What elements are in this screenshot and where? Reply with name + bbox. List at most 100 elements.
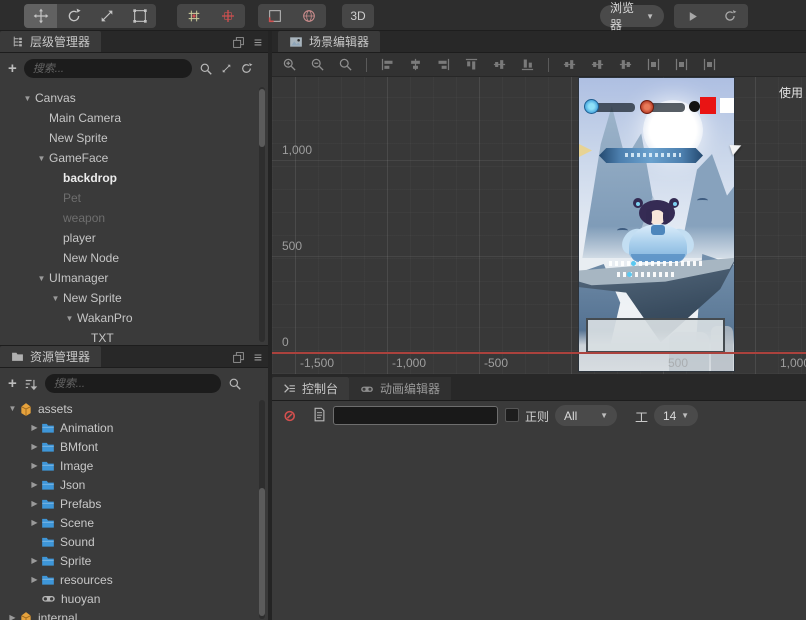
zoom-reset-icon[interactable] xyxy=(338,57,353,72)
hierarchy-search-input[interactable] xyxy=(23,59,192,78)
asset-item-scene[interactable]: ▶ Scene xyxy=(0,513,268,532)
font-size-dropdown[interactable]: 14 ▼ xyxy=(654,405,698,426)
tree-item-new-sprite[interactable]: ▼New Sprite xyxy=(0,128,268,148)
tab-assets[interactable]: 资源管理器 xyxy=(0,346,102,367)
assets-search-input[interactable] xyxy=(44,374,221,393)
tab-animation-editor[interactable]: 动画编辑器 xyxy=(349,377,452,400)
tree-item-uimanager[interactable]: ▼ UImanager xyxy=(0,268,268,288)
top-toolbar: 3D 浏览器 ▼ xyxy=(0,0,806,32)
asset-item-animation[interactable]: ▶ Animation xyxy=(0,418,268,437)
scale-tool-button[interactable] xyxy=(90,4,123,28)
play-button[interactable] xyxy=(674,4,711,28)
tree-item-main-camera[interactable]: ▼Main Camera xyxy=(0,108,268,128)
asset-item-sound[interactable]: ▶Sound xyxy=(0,532,268,551)
tab-scene-editor[interactable]: 场景编辑器 xyxy=(278,31,381,52)
float-panel-icon[interactable] xyxy=(232,36,245,49)
console-filter-input[interactable] xyxy=(333,406,498,425)
browser-dropdown[interactable]: 浏览器 ▼ xyxy=(600,1,664,32)
expand-arrow-icon[interactable]: ▼ xyxy=(20,94,35,103)
zoom-out-icon[interactable] xyxy=(310,57,325,72)
add-asset-button[interactable]: + xyxy=(8,375,17,392)
expand-arrow-icon[interactable]: ▼ xyxy=(48,294,63,303)
align-top-edge-icon[interactable] xyxy=(562,57,577,72)
asset-item-sprite[interactable]: ▶ Sprite xyxy=(0,551,268,570)
collapse-arrow-icon[interactable]: ▶ xyxy=(28,461,41,470)
sort-icon[interactable] xyxy=(24,377,38,391)
tree-item-player[interactable]: ▼player xyxy=(0,228,268,248)
hierarchy-panel: 层级管理器 ≡ + ▼Canvas ▼Main Camera ▼New Spri… xyxy=(0,31,268,345)
scene-viewport[interactable]: 1,000 500 0 -1,500 -1,000 -500 500 1,000… xyxy=(272,77,806,374)
distribute-left-icon[interactable] xyxy=(646,57,661,72)
reload-button[interactable] xyxy=(711,4,748,28)
asset-item-huoyan[interactable]: huoyan xyxy=(0,589,268,608)
collapse-arrow-icon[interactable]: ▶ xyxy=(28,442,41,451)
tree-item-new-node[interactable]: ▼New Node xyxy=(0,248,268,268)
align-bottom-edge-icon[interactable] xyxy=(618,57,633,72)
panel-menu-icon[interactable]: ≡ xyxy=(254,34,262,50)
asset-item-internal[interactable]: ▶ internal xyxy=(0,608,268,620)
wireframe-globe-button[interactable] xyxy=(292,4,326,28)
distribute-right-icon[interactable] xyxy=(702,57,717,72)
refresh-icon[interactable] xyxy=(240,62,253,75)
game-canvas-preview[interactable] xyxy=(578,77,735,372)
asset-item-image[interactable]: ▶ Image xyxy=(0,456,268,475)
zoom-in-icon[interactable] xyxy=(282,57,297,72)
node-label: backdrop xyxy=(63,171,118,185)
collapse-arrow-icon[interactable]: ▶ xyxy=(28,518,41,527)
rotate-tool-button[interactable] xyxy=(57,4,90,28)
console-output[interactable] xyxy=(272,429,806,620)
rect-gizmo-button[interactable] xyxy=(258,4,292,28)
align-hcenter-icon[interactable] xyxy=(408,57,423,72)
panel-menu-icon[interactable]: ≡ xyxy=(254,349,262,365)
collapse-arrow-icon[interactable]: ▶ xyxy=(28,556,41,565)
float-panel-icon[interactable] xyxy=(232,351,245,364)
expand-arrow-icon[interactable]: ▼ xyxy=(34,154,49,163)
tree-item-txt[interactable]: ▼TXT xyxy=(0,328,268,345)
collapse-arrow-icon[interactable]: ▶ xyxy=(28,499,41,508)
toggle-3d-button[interactable]: 3D xyxy=(342,4,374,28)
expand-arrow-icon[interactable]: ▼ xyxy=(62,314,77,323)
asset-item-prefabs[interactable]: ▶ Prefabs xyxy=(0,494,268,513)
align-vcenter-icon[interactable] xyxy=(492,57,507,72)
search-icon[interactable] xyxy=(228,377,242,391)
expand-arrow-icon[interactable]: ▼ xyxy=(6,404,19,413)
expand-arrow-icon[interactable]: ▼ xyxy=(34,274,49,283)
tab-hierarchy[interactable]: 层级管理器 xyxy=(0,31,102,52)
align-bottom-icon[interactable] xyxy=(520,57,535,72)
align-top-icon[interactable] xyxy=(464,57,479,72)
collapse-arrow-icon[interactable]: ▶ xyxy=(28,575,41,584)
align-middle-icon[interactable] xyxy=(590,57,605,72)
tree-item-weapon[interactable]: ▼weapon xyxy=(0,208,268,228)
asset-item-json[interactable]: ▶ Json xyxy=(0,475,268,494)
add-node-button[interactable]: + xyxy=(8,60,17,77)
expand-all-icon[interactable] xyxy=(220,62,233,75)
asset-item-resources[interactable]: ▶ resources xyxy=(0,570,268,589)
assets-scrollbar[interactable] xyxy=(259,400,265,619)
hierarchy-scrollbar[interactable] xyxy=(259,87,265,342)
collapse-arrow-icon[interactable]: ▶ xyxy=(6,613,19,620)
pivot-crosshair-button[interactable] xyxy=(211,4,245,28)
tab-console[interactable]: 控制台 xyxy=(272,377,350,400)
search-icon[interactable] xyxy=(199,62,213,76)
collapse-arrow-icon[interactable]: ▶ xyxy=(28,480,41,489)
rect-tool-button[interactable] xyxy=(123,4,156,28)
regex-checkbox[interactable] xyxy=(505,408,519,422)
collapse-arrow-icon[interactable]: ▶ xyxy=(28,423,41,432)
align-left-icon[interactable] xyxy=(380,57,395,72)
tree-item-backdrop[interactable]: ▼backdrop xyxy=(0,168,268,188)
tree-item-wakanpro[interactable]: ▼ WakanPro xyxy=(0,308,268,328)
move-tool-button[interactable] xyxy=(24,4,57,28)
asset-item-bmfont[interactable]: ▶ BMfont xyxy=(0,437,268,456)
tree-item-pet[interactable]: ▼Pet xyxy=(0,188,268,208)
log-level-dropdown[interactable]: All ▼ xyxy=(555,405,617,426)
clear-console-icon[interactable]: ⊘ xyxy=(283,406,296,426)
assets-panel: 资源管理器 ≡ + ▼ assets ▶ Animation ▶ BMfont ▶ Im… xyxy=(0,345,268,620)
distribute-center-icon[interactable] xyxy=(674,57,689,72)
tree-item-canvas[interactable]: ▼ Canvas xyxy=(0,88,268,108)
log-file-icon[interactable] xyxy=(312,407,327,422)
anchor-grid-button[interactable] xyxy=(177,4,211,28)
align-right-icon[interactable] xyxy=(436,53,451,76)
asset-item-assets[interactable]: ▼ assets xyxy=(0,399,268,418)
tree-item-new-sprite-2[interactable]: ▼ New Sprite xyxy=(0,288,268,308)
tree-item-gameface[interactable]: ▼ GameFace xyxy=(0,148,268,168)
